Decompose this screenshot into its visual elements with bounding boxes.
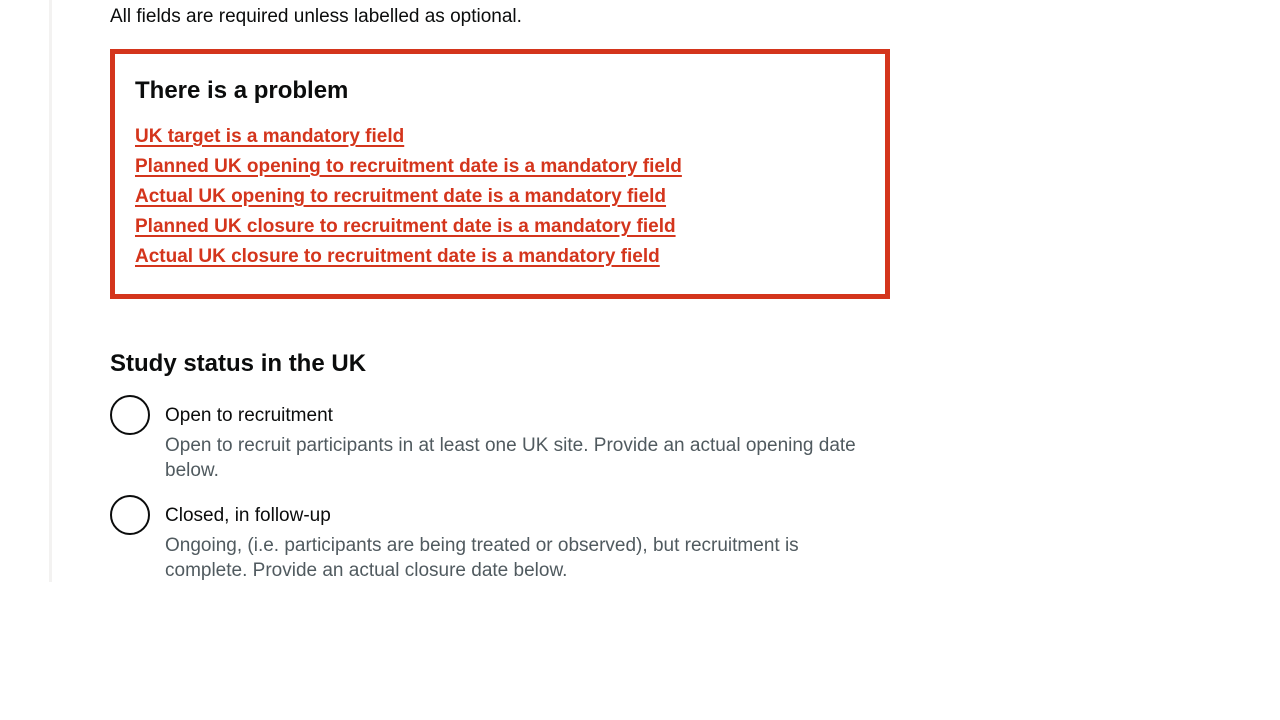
left-border [49, 0, 52, 582]
error-item: Actual UK opening to recruitment date is… [135, 182, 865, 212]
error-item: Planned UK opening to recruitment date i… [135, 152, 865, 182]
error-summary-title: There is a problem [135, 77, 349, 104]
radio-open-to-recruitment: Open to recruitment Open to recruit part… [110, 395, 890, 483]
intro-text: All fields are required unless labelled … [110, 6, 522, 27]
error-item: Actual UK closure to recruitment date is… [135, 242, 865, 272]
radio-hint-open-to-recruitment: Open to recruit participants in at least… [165, 435, 856, 481]
error-link-uk-target[interactable]: UK target is a mandatory field [135, 126, 404, 147]
error-link-actual-opening[interactable]: Actual UK opening to recruitment date is… [135, 186, 666, 207]
error-link-planned-opening[interactable]: Planned UK opening to recruitment date i… [135, 156, 682, 177]
page: All fields are required unless labelled … [0, 0, 1280, 720]
radio-closed-in-follow-up: Closed, in follow-up Ongoing, (i.e. part… [110, 495, 890, 583]
radio-button-closed-in-follow-up[interactable] [110, 495, 150, 535]
radio-button-open-to-recruitment[interactable] [110, 395, 150, 435]
error-link-actual-closure[interactable]: Actual UK closure to recruitment date is… [135, 246, 660, 267]
radio-label-closed-in-follow-up[interactable]: Closed, in follow-up [165, 495, 890, 528]
radio-hint-closed-in-follow-up: Ongoing, (i.e. participants are being tr… [165, 535, 799, 581]
error-item: UK target is a mandatory field [135, 122, 865, 152]
error-item: Planned UK closure to recruitment date i… [135, 212, 865, 242]
error-list: UK target is a mandatory field Planned U… [135, 122, 865, 272]
study-status-legend: Study status in the UK [110, 350, 367, 377]
radio-label-open-to-recruitment[interactable]: Open to recruitment [165, 395, 890, 428]
study-status-fieldset: Study status in the UK Open to recruitme… [110, 348, 890, 595]
error-link-planned-closure[interactable]: Planned UK closure to recruitment date i… [135, 216, 676, 237]
error-summary: There is a problem UK target is a mandat… [110, 49, 890, 299]
